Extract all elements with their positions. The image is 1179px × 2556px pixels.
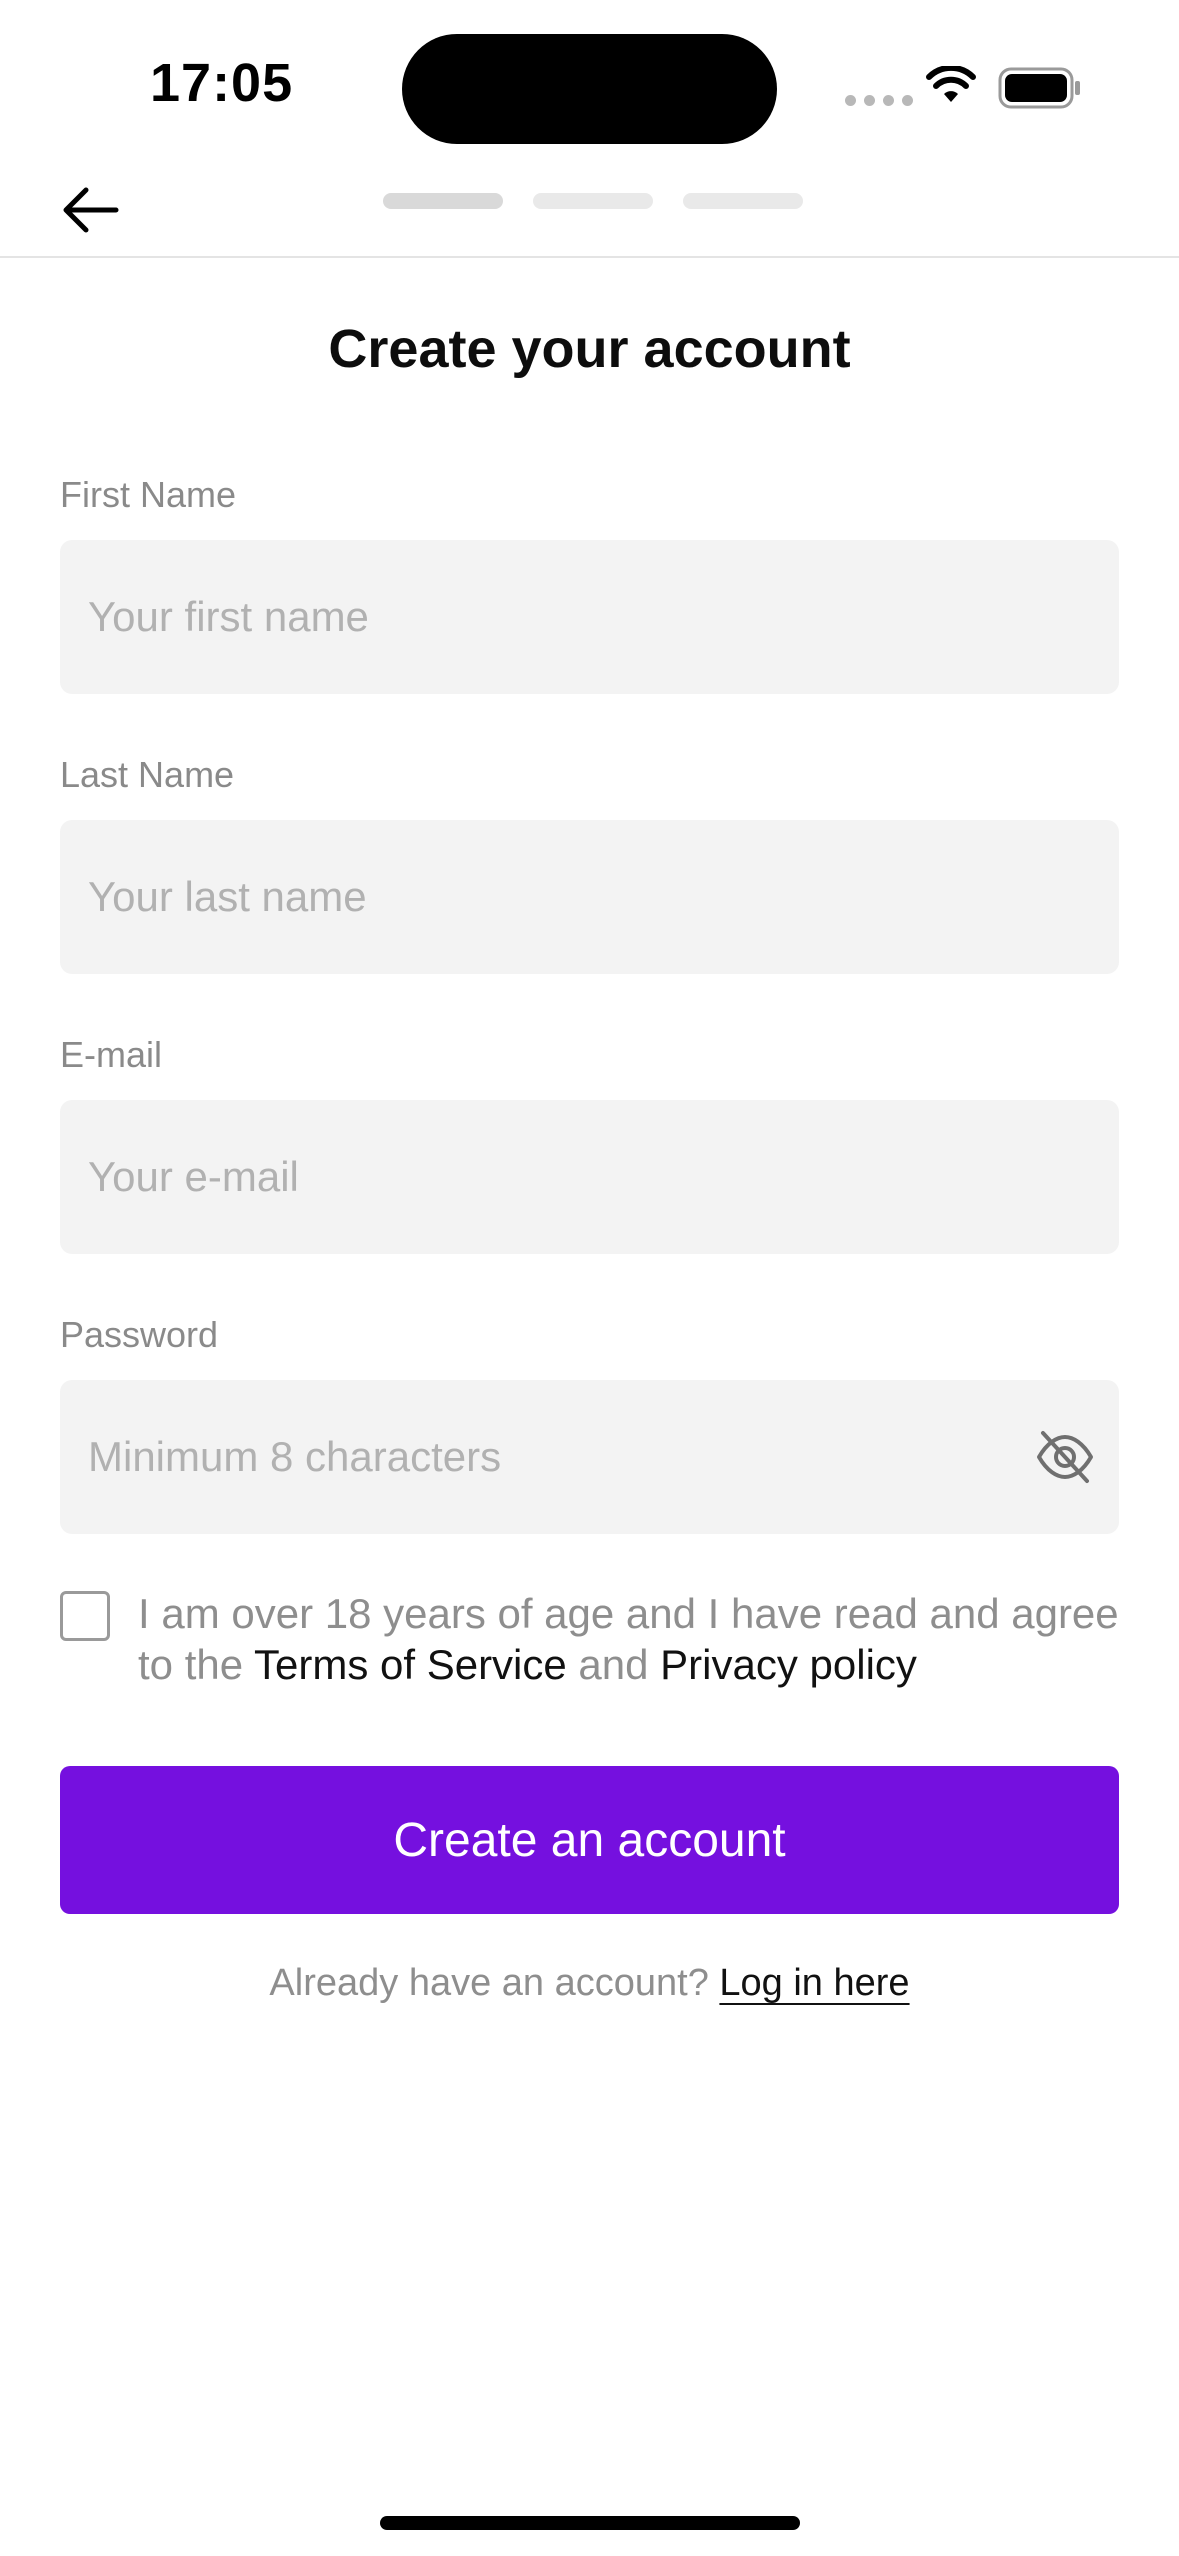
terms-text: I am over 18 years of age and I have rea… [138, 1588, 1138, 1690]
password-input[interactable] [88, 1380, 968, 1534]
last-name-input[interactable] [88, 820, 1048, 974]
login-link[interactable]: Log in here [719, 1962, 909, 2004]
nav-bar [0, 160, 1179, 258]
email-field-box [60, 1100, 1119, 1254]
status-bar: 17:05 [0, 0, 1179, 170]
progress-step-3 [683, 193, 803, 209]
email-label: E-mail [60, 1034, 163, 1075]
create-account-button[interactable]: Create an account [60, 1766, 1119, 1914]
email-input[interactable] [88, 1100, 1048, 1254]
arrow-left-icon [63, 187, 119, 233]
home-indicator[interactable] [380, 2516, 800, 2530]
terms-of-service-link[interactable]: Terms of Service [254, 1641, 567, 1688]
terms-checkbox[interactable] [60, 1591, 110, 1641]
progress-step-1 [383, 193, 503, 209]
progress-step-2 [533, 193, 653, 209]
privacy-policy-link[interactable]: Privacy policy [660, 1641, 917, 1688]
first-name-input[interactable] [88, 540, 1048, 694]
back-button[interactable] [50, 170, 130, 250]
signal-dots-icon [845, 95, 913, 106]
first-name-field-box [60, 540, 1119, 694]
last-name-field-box [60, 820, 1119, 974]
login-prompt: Already have an account? [269, 1962, 709, 2004]
last-name-label: Last Name [60, 754, 235, 795]
battery-icon [998, 67, 1080, 109]
login-row: Already have an account? Log in here [0, 1962, 1179, 2005]
first-name-label: First Name [60, 474, 237, 515]
status-time: 17:05 [150, 53, 294, 113]
password-field-box [60, 1380, 1119, 1534]
password-label: Password [60, 1314, 219, 1355]
dynamic-island [402, 34, 777, 144]
wifi-icon [926, 66, 976, 102]
terms-text-part2: and [566, 1641, 661, 1688]
page-title: Create your account [328, 319, 851, 379]
eye-off-icon[interactable] [1033, 1425, 1097, 1489]
progress-steps [383, 193, 803, 209]
